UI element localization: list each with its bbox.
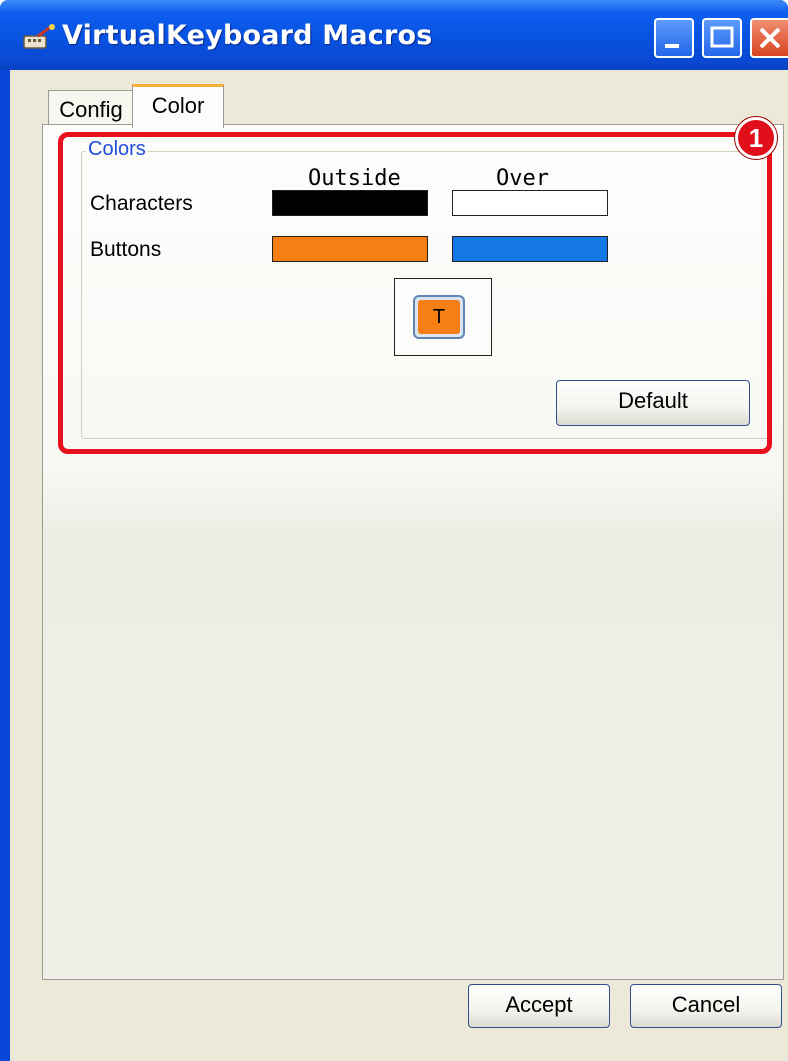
maximize-icon [710,26,734,48]
outside-column-header: Outside [308,166,401,191]
colors-groupbox: Colors Outside Over Characters Buttons T… [81,138,769,439]
cancel-button[interactable]: Cancel [630,984,782,1028]
default-button-label: Default [618,388,688,413]
close-icon [759,27,781,49]
color-tab-panel: Colors Outside Over Characters Buttons T… [42,124,784,980]
characters-outside-color-swatch[interactable] [272,190,428,216]
tab-color-label: Color [151,93,205,118]
cancel-button-label: Cancel [671,992,741,1017]
maximize-button[interactable] [702,18,742,58]
tab-config[interactable]: Config [48,90,134,124]
characters-over-color-swatch[interactable] [452,190,608,216]
minimize-icon [665,44,679,48]
accept-button[interactable]: Accept [468,984,610,1028]
title-bar: VirtualKeyboard Macros [0,0,788,70]
close-button[interactable] [750,18,788,58]
window-client-area: Config Color Colors Outside Over Charact… [10,70,788,1061]
tab-color[interactable]: Color [132,84,224,128]
preview-button-label: T [418,300,460,334]
app-window: VirtualKeyboard Macros Config Color Colo… [0,0,788,1061]
colors-group-legend: Colors [86,138,148,161]
window-title: VirtualKeyboard Macros [62,20,433,51]
buttons-label: Buttons [90,238,162,261]
keyboard-wand-icon [23,24,55,49]
characters-label: Characters [90,192,193,215]
button-preview-box: T [394,278,492,356]
accept-button-label: Accept [505,992,573,1017]
over-column-header: Over [496,166,549,191]
preview-button[interactable]: T [413,295,465,339]
tab-config-label: Config [59,97,123,122]
buttons-outside-color-swatch[interactable] [272,236,428,262]
buttons-over-color-swatch[interactable] [452,236,608,262]
default-button[interactable]: Default [556,380,750,426]
minimize-button[interactable] [654,18,694,58]
annotation-marker: 1 [735,117,777,159]
